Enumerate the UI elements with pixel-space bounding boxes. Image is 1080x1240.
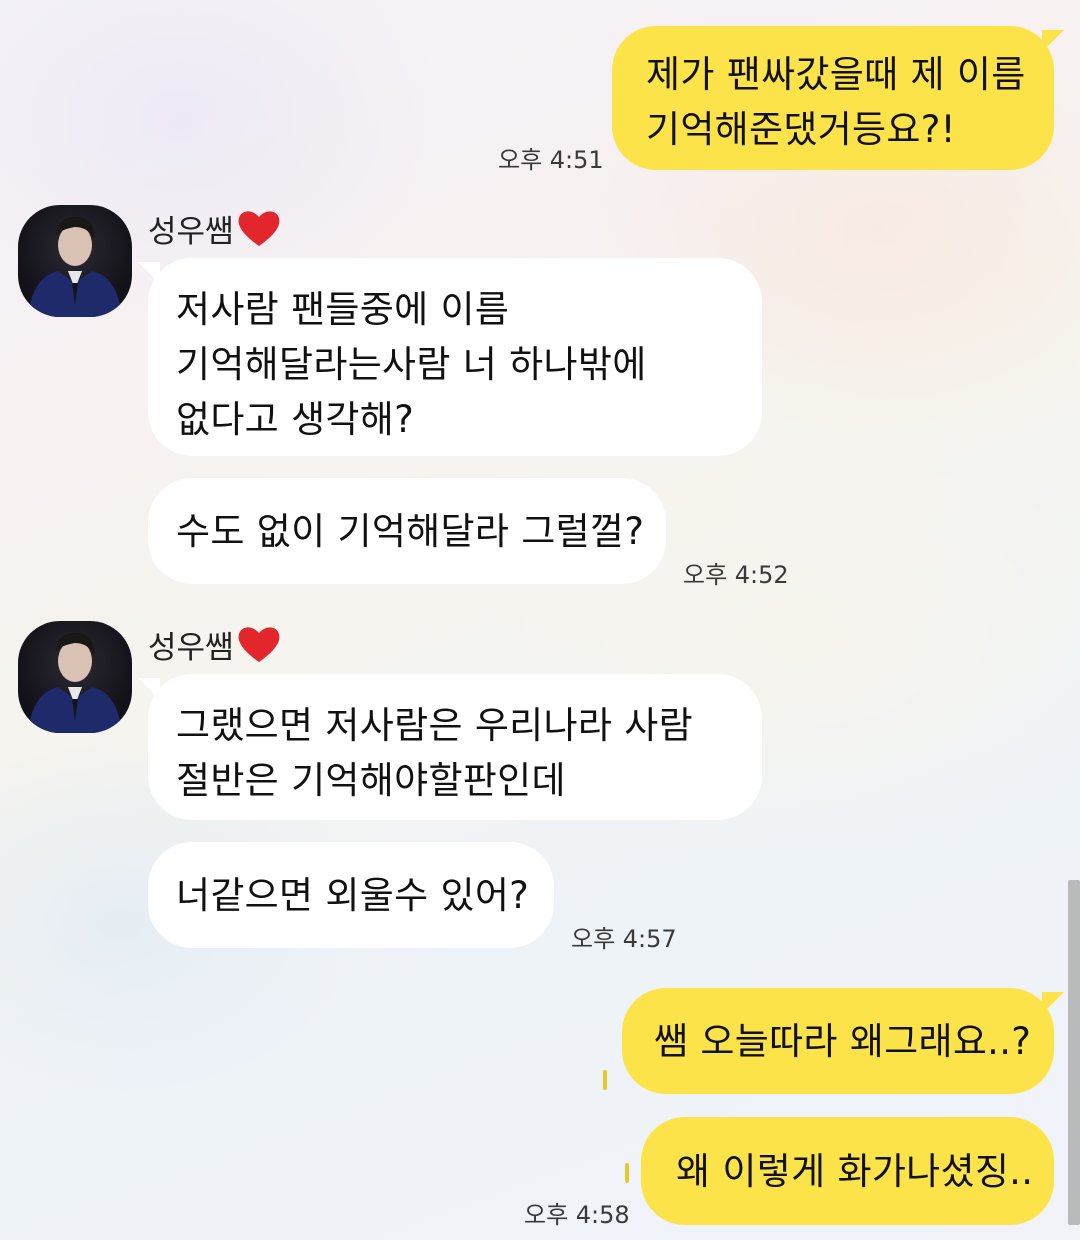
sender-name-text: 성우쌤	[148, 630, 234, 666]
profile-photo-icon	[28, 216, 122, 317]
message-time: 오후 4:57	[571, 925, 677, 953]
message-text: 저사람 팬들중에 이름	[176, 288, 510, 331]
scrollbar[interactable]	[1068, 880, 1080, 1225]
sender-name: 성우쌤	[148, 622, 282, 672]
friend-message-bubble[interactable]: 그랬으면 저사람은 우리나라 사람 절반은 기억해야할판인데	[138, 674, 762, 820]
heart-icon	[236, 208, 282, 256]
message-text: 제가 팬싸갔을때 제 이름	[646, 53, 1026, 96]
message-time: 오후 4:51	[498, 146, 604, 174]
friend-message-bubble[interactable]: 저사람 팬들중에 이름 기억해달라는사람 너 하나밖에 없다고 생각해?	[138, 258, 762, 456]
message-text: 절반은 기억해야할판인데	[176, 759, 566, 802]
unread-indicator	[603, 1070, 607, 1090]
message-text: 기억해준댔거등요?!	[646, 108, 956, 151]
profile-avatar[interactable]	[18, 205, 132, 317]
message-text: 쌤 오늘따라 왜그래요..?	[654, 1020, 1032, 1063]
profile-avatar[interactable]	[18, 621, 132, 733]
my-message-bubble[interactable]: 쌤 오늘따라 왜그래요..?	[622, 988, 1064, 1094]
sender-name-text: 성우쌤	[148, 214, 234, 250]
message-text: 너같으면 외울수 있어?	[176, 874, 530, 917]
sender-name: 성우쌤	[148, 206, 282, 256]
friend-message-bubble[interactable]: 수도 없이 기억해달라 그럴껄?	[148, 478, 666, 584]
friend-message-bubble[interactable]: 너같으면 외울수 있어?	[148, 842, 554, 948]
my-message-bubble[interactable]: 제가 팬싸갔을때 제 이름 기억해준댔거등요?!	[612, 26, 1064, 170]
message-text: 왜 이렇게 화가나셨징..	[676, 1150, 1034, 1193]
message-text: 수도 없이 기억해달라 그럴껄?	[176, 510, 645, 553]
message-text: 없다고 생각해?	[176, 398, 415, 441]
profile-photo-icon	[28, 632, 122, 733]
heart-icon	[236, 624, 282, 672]
unread-indicator	[625, 1163, 629, 1183]
my-message-bubble[interactable]: 왜 이렇게 화가나셨징..	[641, 1117, 1054, 1225]
message-text: 기억해달라는사람 너 하나밖에	[176, 343, 647, 386]
message-time: 오후 4:58	[524, 1201, 630, 1229]
message-text: 그랬으면 저사람은 우리나라 사람	[176, 704, 693, 747]
message-time: 오후 4:52	[683, 561, 789, 589]
